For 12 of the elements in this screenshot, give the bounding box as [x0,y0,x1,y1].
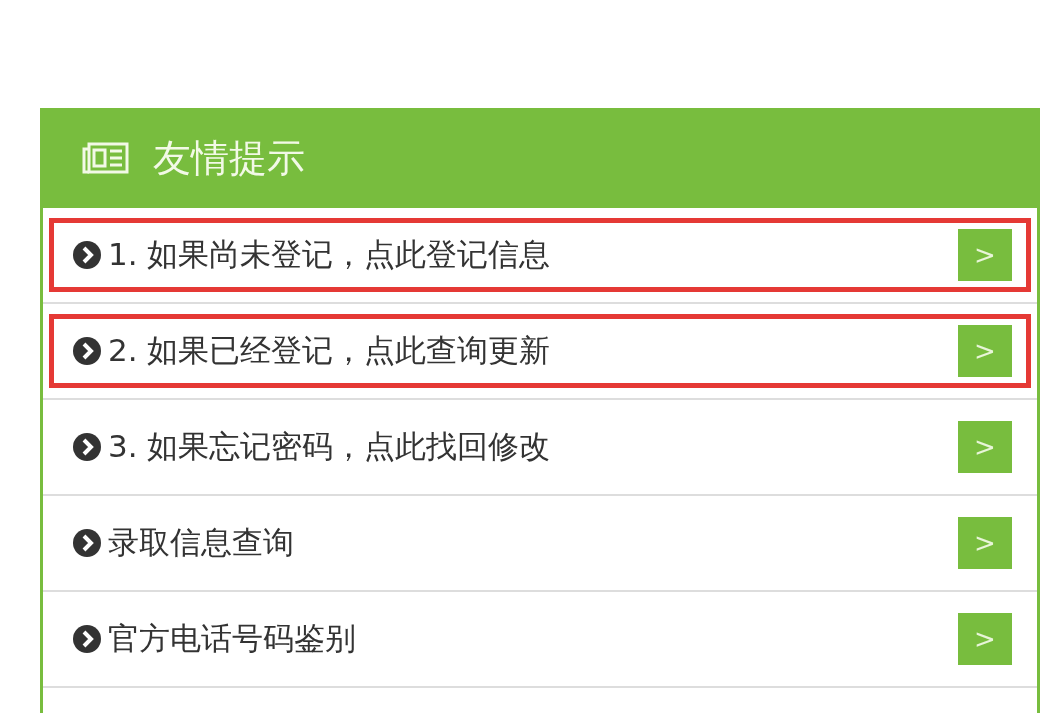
panel-title: 友情提示 [153,134,305,182]
chevron-circle-icon [72,240,102,270]
chevron-circle-icon [72,336,102,366]
chevron-circle-icon [72,624,102,654]
menu-item-label[interactable]: 2. 如果已经登记，点此查询更新 [108,330,958,372]
newspaper-icon [81,141,129,175]
chevron-circle-icon [72,432,102,462]
menu-item-label[interactable]: 录取信息查询 [108,522,958,564]
menu-item-label[interactable]: 1. 如果尚未登记，点此登记信息 [108,234,958,276]
chevron-circle-icon [72,528,102,558]
menu-item-label[interactable]: 3. 如果忘记密码，点此找回修改 [108,426,958,468]
menu-item-label[interactable]: 官方电话号码鉴别 [108,618,958,660]
